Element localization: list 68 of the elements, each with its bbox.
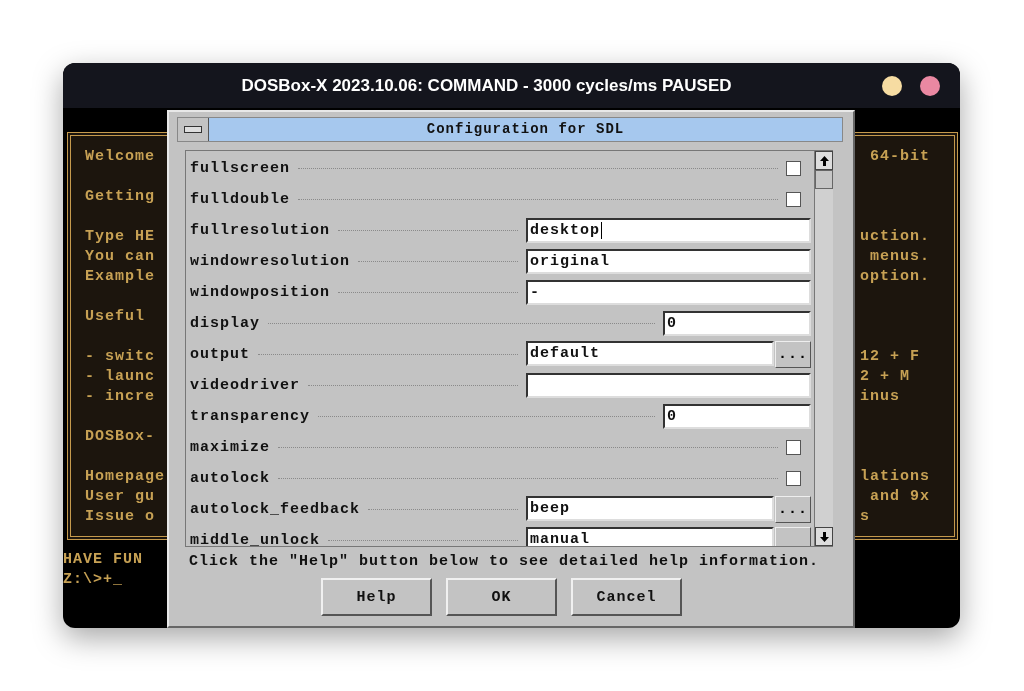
checkbox[interactable] [786, 161, 801, 176]
input-field[interactable]: - [526, 280, 811, 305]
dialog-button[interactable]: OK [446, 578, 557, 616]
console-text: uction. [860, 227, 931, 247]
input-field[interactable]: manual [526, 527, 774, 546]
console-text: Type HE [85, 227, 156, 247]
browse-button[interactable] [775, 527, 811, 546]
input-field[interactable]: original [526, 249, 811, 274]
console-text: Z:\>+_ [63, 570, 124, 590]
setting-label: autolock_feedback [190, 501, 361, 518]
checkbox[interactable] [786, 440, 801, 455]
dialog-button[interactable]: Help [321, 578, 432, 616]
input-field[interactable] [526, 373, 811, 398]
input-field[interactable]: 0 [663, 404, 811, 429]
window-control[interactable] [920, 75, 940, 96]
setting-label: videodriver [190, 377, 301, 394]
console-text: inus [860, 387, 901, 407]
console-text: 2 + M [860, 367, 911, 387]
console-text: - incre [85, 387, 156, 407]
dialog-title: Configuration for SDL [209, 118, 842, 141]
console-text: Getting [85, 187, 156, 207]
setting-label: output [190, 346, 250, 363]
setting-label: display [190, 315, 260, 332]
console-text: Useful [85, 307, 146, 327]
console-text: You can [85, 247, 156, 267]
console-text: 64-bit [869, 147, 931, 167]
input-field[interactable]: beep [526, 496, 774, 521]
window-control[interactable] [882, 75, 902, 96]
console-text: s [860, 507, 871, 527]
console-text: Issue o [85, 507, 156, 527]
input-field[interactable]: desktop [526, 218, 811, 243]
console-text: Homepage [85, 467, 166, 487]
setting-label: fulldouble [190, 191, 290, 208]
scroll-thumb[interactable] [815, 170, 833, 189]
setting-label: maximize [190, 439, 270, 456]
checkbox[interactable] [786, 192, 801, 207]
console-text: lations [860, 467, 931, 487]
dialog-button[interactable]: Cancel [571, 578, 682, 616]
console-text: menus. [869, 247, 931, 267]
setting-label: transparency [190, 408, 311, 425]
input-field[interactable]: default [526, 341, 774, 366]
setting-label: fullresolution [190, 222, 331, 239]
console-text: - switc [85, 347, 156, 367]
scroll-down-button[interactable] [815, 527, 833, 546]
setting-label: fullscreen [190, 160, 290, 177]
browse-button[interactable]: ... [775, 341, 811, 368]
console-text: DOSBox- [85, 427, 156, 447]
console-text: option. [860, 267, 931, 287]
scroll-up-button[interactable] [815, 151, 833, 170]
input-field[interactable]: 0 [663, 311, 811, 336]
console-text: HAVE FUN [63, 550, 144, 570]
setting-label: middle_unlock [190, 532, 321, 546]
scrollbar[interactable] [814, 151, 833, 546]
console-text: 12 + F [860, 347, 921, 367]
console-text: User gu [85, 487, 156, 507]
setting-label: windowresolution [190, 253, 351, 270]
console-text: Welcome [85, 147, 156, 167]
down-arrow-icon [819, 531, 829, 542]
checkbox[interactable] [786, 471, 801, 486]
console-text: - launc [85, 367, 156, 387]
window-title: DOSBox-X 2023.10.06: COMMAND - 3000 cycles/ms PAUSED [240, 75, 733, 96]
console-text: and 9x [869, 487, 931, 507]
setting-label: windowposition [190, 284, 331, 301]
setting-label: autolock [190, 470, 270, 487]
browse-button[interactable]: ... [775, 496, 811, 523]
up-arrow-icon [819, 155, 829, 166]
console-text: Example [85, 267, 156, 287]
help-hint: Click the "Help" button below to see detailed help information. [189, 553, 821, 570]
